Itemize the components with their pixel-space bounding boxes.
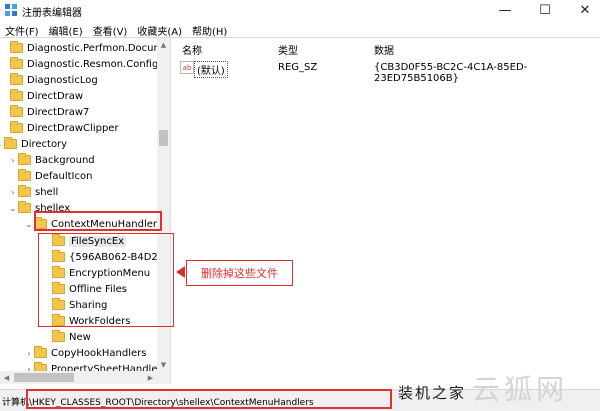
menu-view[interactable]: 查看(V) — [88, 21, 133, 38]
folder-icon — [34, 346, 47, 358]
folder-icon — [18, 153, 31, 165]
folder-icon — [10, 41, 23, 53]
scroll-down-icon[interactable]: ▼ — [157, 358, 170, 371]
minimize-button[interactable]: — — [490, 1, 520, 19]
menu-bar: 文件(F) 编辑(E) 查看(V) 收藏夹(A) 帮助(H) — [0, 21, 600, 38]
column-header-type[interactable]: 类型 — [278, 42, 298, 57]
chevron-down-icon[interactable]: ⌄ — [24, 216, 34, 232]
column-header-data[interactable]: 数据 — [374, 42, 394, 57]
menu-edit[interactable]: 编辑(E) — [44, 21, 88, 38]
tree-item[interactable]: › CopyHookHandlers — [24, 345, 147, 361]
scroll-thumb[interactable] — [159, 130, 168, 146]
tree-item[interactable]: DiagnosticLog — [0, 72, 98, 88]
tree-item[interactable]: DirectDrawClipper — [0, 120, 119, 136]
folder-icon — [10, 57, 23, 69]
scroll-thumb[interactable] — [14, 373, 74, 382]
tree-horizontal-scrollbar[interactable]: ◀ ▶ — [0, 371, 157, 384]
tree-item[interactable]: › Background — [8, 152, 95, 168]
maximize-button[interactable]: ☐ — [530, 1, 560, 19]
value-type: REG_SZ — [278, 62, 318, 73]
tree-item-directory[interactable]: ⌄ Directory — [0, 136, 67, 152]
annotation-arrow-icon — [176, 266, 185, 278]
value-row[interactable]: ab (默认) REG_SZ {CB3D0F55-BC2C-4C1A-85ED-… — [174, 60, 600, 84]
tree-item[interactable]: DirectDraw — [0, 88, 83, 104]
watermark: 装机之家 云狐网 — [398, 368, 596, 408]
tree-item[interactable]: Diagnostic.Perfmon.Documen — [0, 40, 170, 56]
folder-icon — [52, 330, 65, 342]
tree-item[interactable]: Diagnostic.Resmon.Config — [0, 56, 158, 72]
annotation-label: 删除掉这些文件 — [186, 260, 293, 286]
menu-file[interactable]: 文件(F) — [0, 21, 44, 38]
folder-icon — [18, 201, 31, 213]
highlight-context-menu-handlers — [34, 211, 162, 231]
folder-icon — [10, 73, 23, 85]
highlight-status-path — [26, 389, 392, 409]
close-button[interactable]: ✕ — [570, 1, 600, 19]
value-data: {CB3D0F55-BC2C-4C1A-85ED-23ED75B5106B} — [374, 62, 528, 84]
scroll-left-icon[interactable]: ◀ — [0, 371, 13, 384]
folder-icon — [18, 185, 31, 197]
tree-item[interactable]: DefaultIcon — [8, 168, 92, 184]
watermark-big: 云狐网 — [472, 373, 569, 406]
scroll-right-icon[interactable]: ▶ — [144, 371, 157, 384]
chevron-right-icon[interactable]: › — [24, 345, 34, 361]
highlight-handler-items — [38, 233, 174, 327]
values-pane[interactable]: 名称 类型 数据 ab (默认) REG_SZ {CB3D0F55-BC2C-4… — [174, 38, 600, 384]
window-title: 注册表编辑器 — [22, 8, 82, 19]
value-name[interactable]: (默认) — [194, 61, 228, 78]
chevron-right-icon[interactable]: › — [8, 152, 18, 168]
menu-help[interactable]: 帮助(H) — [187, 21, 232, 38]
folder-icon — [10, 105, 23, 117]
title-bar: 注册表编辑器 — ☐ ✕ — [0, 0, 600, 21]
tree-item[interactable]: New — [42, 329, 91, 345]
string-value-icon: ab — [180, 61, 194, 74]
column-header-name[interactable]: 名称 — [182, 42, 202, 57]
watermark-small: 装机之家 — [398, 384, 467, 402]
tree-item[interactable]: › shell — [8, 184, 58, 200]
folder-icon — [18, 169, 31, 181]
folder-icon — [10, 89, 23, 101]
registry-editor-icon — [5, 4, 17, 16]
chevron-right-icon[interactable]: › — [8, 184, 18, 200]
tree-item[interactable]: DirectDraw7 — [0, 104, 89, 120]
chevron-down-icon[interactable]: ⌄ — [8, 200, 18, 216]
scroll-up-icon[interactable]: ▲ — [157, 38, 170, 51]
folder-icon — [10, 121, 23, 133]
menu-favorites[interactable]: 收藏夹(A) — [132, 21, 187, 38]
folder-icon — [4, 137, 17, 149]
